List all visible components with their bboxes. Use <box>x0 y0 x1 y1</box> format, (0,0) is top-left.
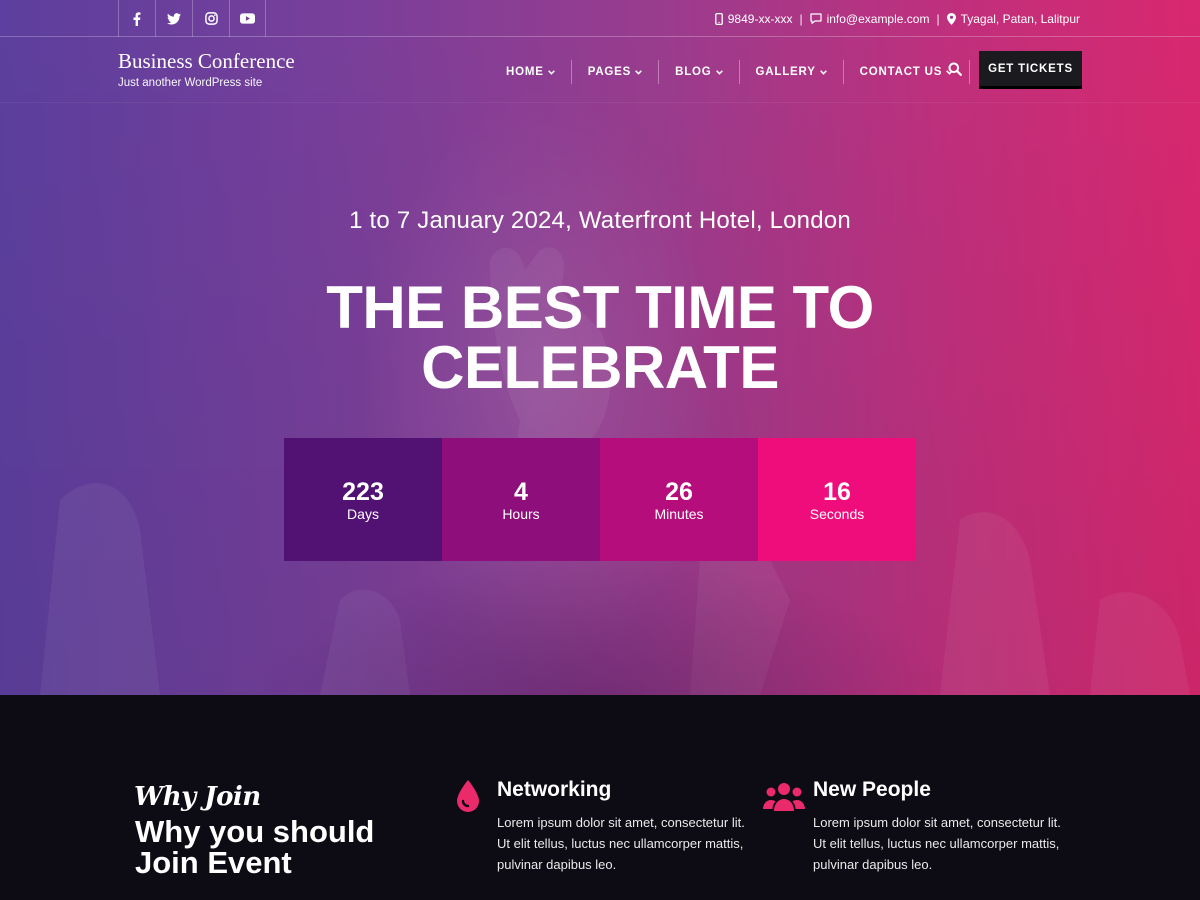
separator: | <box>936 11 940 26</box>
countdown-days: 223 Days <box>284 438 442 561</box>
countdown-value: 4 <box>514 477 528 506</box>
separator: | <box>799 11 803 26</box>
main-nav: HOME PAGES BLOG GALLERY CONTACT US <box>490 60 971 84</box>
email-item[interactable]: info@example.com <box>809 11 930 26</box>
youtube-icon[interactable] <box>229 0 266 37</box>
section-heading: Why you should Join Event <box>135 814 375 880</box>
chevron-down-icon <box>819 69 827 75</box>
hero-headline: THE BEST TIME TO CELEBRATE <box>326 274 874 401</box>
drop-icon <box>454 778 482 819</box>
chevron-down-icon <box>715 69 723 75</box>
users-icon <box>762 781 806 818</box>
countdown-minutes: 26 Minutes <box>600 438 758 561</box>
feature-title: New People <box>813 778 931 801</box>
chevron-down-icon <box>635 69 642 75</box>
address-item: Tyagal, Patan, Lalitpur <box>946 11 1080 26</box>
nav-item-gallery[interactable]: GALLERY <box>740 60 844 84</box>
phone-text: 9849-xx-xxx <box>727 11 793 26</box>
nav-item-home[interactable]: HOME <box>490 60 572 84</box>
instagram-icon[interactable] <box>192 0 229 37</box>
countdown-hours: 4 Hours <box>442 438 600 561</box>
nav-item-blog[interactable]: BLOG <box>659 60 740 84</box>
get-tickets-button[interactable]: GET TICKETS <box>979 51 1082 89</box>
site-brand[interactable]: Business Conference Just another WordPre… <box>118 48 295 89</box>
social-links <box>118 0 266 37</box>
header-divider <box>0 102 1200 103</box>
site-tagline: Just another WordPress site <box>118 77 263 89</box>
map-pin-icon <box>946 12 956 25</box>
countdown-label: Seconds <box>809 505 865 522</box>
countdown-timer: 223 Days 4 Hours 26 Minutes 16 Seconds <box>284 438 916 561</box>
email-text: info@example.com <box>826 11 930 26</box>
section-script-title: Why Join <box>134 782 261 812</box>
site-title[interactable]: Business Conference <box>118 48 295 74</box>
nav-item-label: PAGES <box>587 66 632 78</box>
countdown-label: Hours <box>502 505 540 522</box>
facebook-icon[interactable] <box>118 0 155 37</box>
feature-text: Lorem ipsum dolor sit amet, consectetur … <box>813 815 1061 872</box>
top-bar: 9849-xx-xxx | info@example.com | Tyagal,… <box>0 0 1200 37</box>
countdown-value: 223 <box>342 477 384 506</box>
phone-icon <box>714 12 723 25</box>
feature-title: Networking <box>497 778 612 801</box>
phone-item[interactable]: 9849-xx-xxx <box>714 11 793 26</box>
countdown-seconds: 16 Seconds <box>758 438 916 561</box>
countdown-value: 16 <box>823 477 851 506</box>
feature-text: Lorem ipsum dolor sit amet, consectetur … <box>497 815 745 872</box>
address-text: Tyagal, Patan, Lalitpur <box>960 11 1080 26</box>
nav-item-label: CONTACT US <box>859 66 943 78</box>
countdown-value: 26 <box>665 477 693 506</box>
nav-item-label: GALLERY <box>755 66 816 78</box>
search-icon[interactable] <box>948 62 962 81</box>
countdown-label: Days <box>347 505 379 522</box>
chat-icon <box>809 13 822 24</box>
chevron-down-icon <box>547 69 555 75</box>
nav-item-label: HOME <box>506 66 544 78</box>
contact-info: 9849-xx-xxx | info@example.com | Tyagal,… <box>714 0 1080 37</box>
twitter-icon[interactable] <box>155 0 192 37</box>
countdown-label: Minutes <box>654 505 704 522</box>
event-date: 1 to 7 January 2024, Waterfront Hotel, L… <box>349 207 851 234</box>
nav-item-pages[interactable]: PAGES <box>572 60 660 84</box>
nav-item-label: BLOG <box>675 66 712 78</box>
